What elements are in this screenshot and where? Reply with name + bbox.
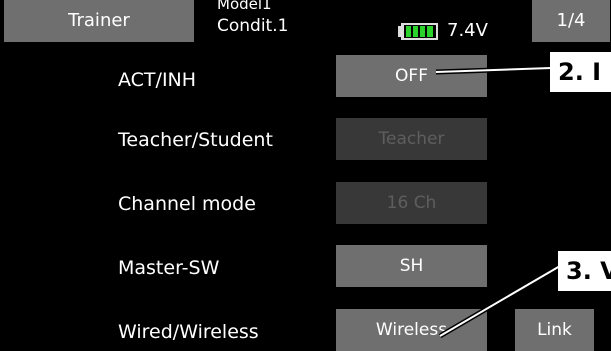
- callout-2: 2. I: [550, 52, 611, 92]
- callout-3: 3. V: [558, 251, 611, 291]
- callout-lines: [435, 65, 562, 339]
